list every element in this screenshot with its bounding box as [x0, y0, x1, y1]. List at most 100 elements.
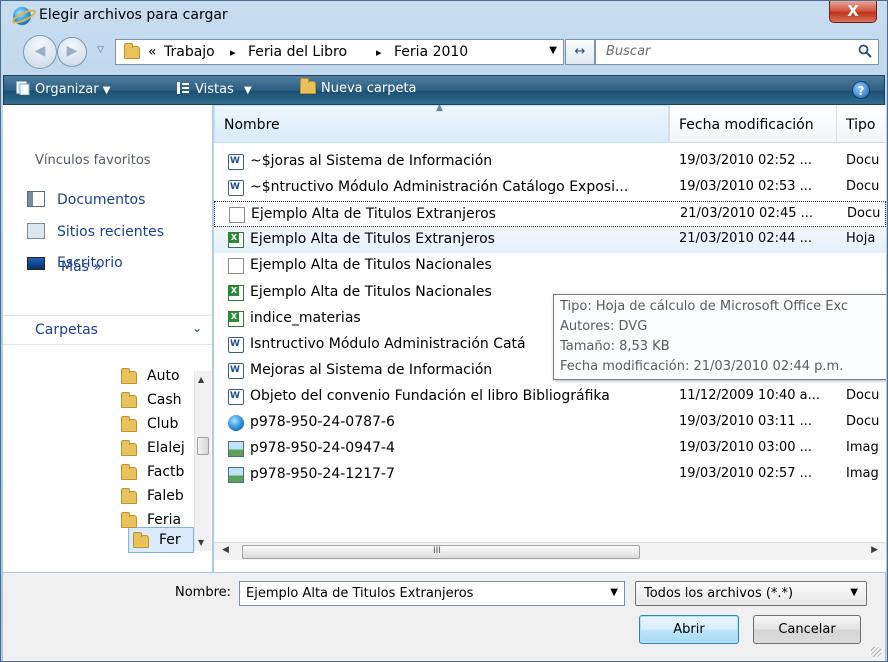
column-divider[interactable]	[669, 105, 670, 143]
folder-icon	[133, 532, 149, 548]
file-name-label: Nombre:	[175, 585, 232, 600]
favorite-documentos[interactable]: Documentos	[27, 191, 145, 208]
resize-grip-icon[interactable]	[871, 647, 881, 657]
chevron-down-icon[interactable]: ▼	[850, 587, 858, 598]
tree-folder-label: Fer	[159, 532, 181, 548]
file-row[interactable]: Ejemplo Alta de Titulos Extranjeros 21/03…	[214, 227, 886, 254]
refresh-button[interactable]: ↔	[565, 39, 595, 65]
file-type: Imag	[846, 466, 879, 482]
file-name-input[interactable]	[246, 586, 586, 601]
address-dropdown-icon[interactable]: ▼	[549, 45, 557, 56]
chevron-down-icon: ▼	[243, 85, 252, 96]
column-header-date[interactable]: Fecha modificación	[679, 117, 814, 133]
window-title: Elegir archivos para cargar	[39, 7, 228, 23]
folder-icon	[121, 368, 137, 384]
file-row[interactable]: ~$joras al Sistema de Información 19/03/2…	[214, 149, 886, 175]
file-type: Docu	[847, 206, 881, 222]
file-date: 21/03/2010 02:44 ...	[679, 231, 813, 247]
image-file-icon	[228, 467, 244, 484]
file-row[interactable]: ~$ntructivo Módulo Administración Catálo…	[214, 175, 886, 201]
open-button[interactable]: Abrir	[639, 615, 739, 644]
file-type: Docu	[846, 153, 880, 168]
tree-folder-factb[interactable]: Factb	[121, 461, 191, 485]
search-box[interactable]: Buscar	[595, 39, 879, 65]
column-divider[interactable]	[836, 105, 837, 143]
close-button[interactable]: X	[829, 1, 877, 23]
chevron-down-icon[interactable]: ▼	[610, 587, 618, 598]
recent-pages-dropdown-icon[interactable]: ▽	[97, 45, 104, 55]
file-name: indice_materias	[250, 309, 361, 326]
back-button[interactable]: ◀	[23, 35, 57, 69]
scroll-left-icon[interactable]: ◀	[222, 545, 229, 555]
address-bar[interactable]: « Trabajo ▸ Feria del Libro ▸ Feria 2010…	[115, 39, 564, 65]
navigation-bar: ◀ ▶ ▽ « Trabajo ▸ Feria del Libro ▸ Feri…	[1, 31, 887, 75]
organize-icon	[16, 81, 30, 95]
file-type: Docu	[846, 414, 880, 429]
help-icon[interactable]: ?	[852, 81, 870, 99]
file-type: Hoja	[846, 231, 876, 247]
folder-icon	[121, 440, 137, 456]
column-header-name[interactable]: Nombre	[224, 117, 280, 133]
file-list: ▲ Nombre Fecha modificación Tipo ~$joras…	[214, 105, 886, 572]
scroll-up-icon[interactable]: ▲	[198, 375, 204, 384]
column-header-type[interactable]: Tipo	[846, 117, 875, 133]
breadcrumb-feria-del-libro[interactable]: Feria del Libro	[248, 44, 347, 60]
organize-menu[interactable]: Organizar ▼	[16, 81, 110, 97]
views-menu[interactable]: Vistas ▼	[176, 81, 252, 97]
folder-icon	[124, 43, 140, 59]
dialog-footer: Nombre: ▼ Todos los archivos (*.*) ▼ Abr…	[3, 573, 885, 661]
search-placeholder: Buscar	[606, 44, 651, 59]
breadcrumb-separator-icon[interactable]: ▸	[230, 46, 236, 59]
file-row[interactable]: p978-950-24-0787-6 19/03/2010 03:11 ... Do…	[214, 410, 886, 436]
breadcrumb-overflow[interactable]: «	[148, 44, 157, 60]
tooltip-size: Tamaño: 8,53 KB	[560, 339, 670, 354]
file-type-select[interactable]: Todos los archivos (*.*) ▼	[635, 581, 867, 606]
file-type: Imag	[846, 440, 879, 456]
breadcrumb-feria-2010[interactable]: Feria 2010	[394, 44, 468, 60]
file-row[interactable]: Objeto del convenio Fundación el libro B…	[214, 384, 886, 410]
chevron-down-icon[interactable]: ⌄	[192, 321, 202, 335]
horizontal-scrollbar[interactable]: ◀ III ▶	[214, 542, 886, 560]
file-date: 11/12/2009 10:40 a...	[679, 387, 821, 403]
scroll-down-icon[interactable]: ▼	[198, 538, 204, 547]
file-name: Ejemplo Alta de Titulos Nacionales	[250, 257, 492, 274]
ie-icon	[13, 7, 31, 25]
word-document-icon	[228, 336, 244, 353]
chevron-down-icon: ▼	[102, 85, 111, 96]
tree-folder-feria-2010[interactable]: Fer	[133, 529, 193, 553]
tree-folder-elalej[interactable]: Elalej	[121, 437, 191, 461]
more-link[interactable]: Más »	[61, 259, 102, 275]
blank-document-icon	[228, 258, 244, 275]
forward-button[interactable]: ▶	[57, 37, 87, 67]
file-row[interactable]: Ejemplo Alta de Titulos Extranjeros 21/03…	[214, 201, 886, 228]
tree-folder-cash[interactable]: Cash	[121, 389, 191, 413]
blank-document-icon	[229, 207, 245, 224]
file-name-combo[interactable]: ▼	[239, 581, 625, 606]
tree-folder-club[interactable]: Club	[121, 413, 191, 437]
file-date: 19/03/2010 03:00 ...	[679, 440, 813, 456]
breadcrumb-separator-icon[interactable]: ▸	[376, 46, 382, 59]
word-document-icon	[228, 154, 244, 170]
tree-scroll-thumb[interactable]	[197, 437, 209, 455]
breadcrumb-trabajo[interactable]: Trabajo	[164, 44, 215, 60]
new-folder-button[interactable]: Nueva carpeta	[300, 78, 417, 96]
cancel-button[interactable]: Cancelar	[753, 615, 861, 644]
file-date: 19/03/2010 02:57 ...	[679, 466, 813, 482]
file-row[interactable]: p978-950-24-1217-7 19/03/2010 02:57 ... Im…	[214, 462, 886, 488]
horizontal-scroll-thumb[interactable]: III	[242, 545, 640, 559]
file-type-value: Todos los archivos (*.*)	[644, 586, 794, 601]
scroll-right-icon[interactable]: ▶	[871, 545, 878, 555]
search-icon[interactable]	[858, 44, 872, 58]
tooltip-type: Tipo: Hoja de cálculo de Microsoft Offic…	[560, 299, 849, 314]
folders-header[interactable]: Carpetas ⌄	[3, 315, 212, 345]
tree-folder-label: Cash	[147, 392, 182, 408]
favorite-sitios-recientes[interactable]: Sitios recientes	[27, 223, 164, 240]
tree-vertical-scrollbar[interactable]: ▲ ▼	[194, 371, 211, 551]
file-row[interactable]: p978-950-24-0947-4 19/03/2010 03:00 ... Im…	[214, 436, 886, 462]
file-name: p978-950-24-0947-4	[250, 440, 395, 457]
tooltip-modified: Fecha modificación: 21/03/2010 02:44 p.m…	[560, 359, 844, 374]
tree-folder-auto[interactable]: Auto	[121, 365, 191, 389]
tree-folder-faleb[interactable]: Faleb	[121, 485, 191, 509]
file-row[interactable]: Ejemplo Alta de Titulos Nacionales	[214, 253, 886, 279]
refresh-icon: ↔	[574, 44, 586, 59]
